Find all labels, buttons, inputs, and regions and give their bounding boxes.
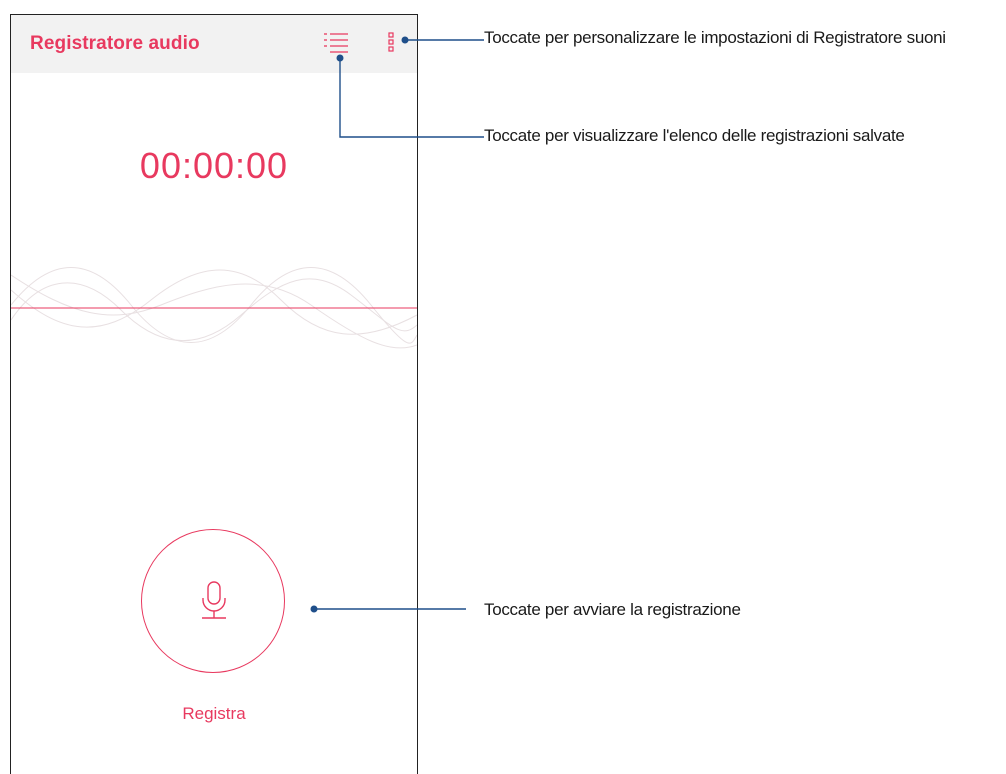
settings-menu-button[interactable] [386, 31, 398, 55]
callout-record-text: Toccate per avviare la registrazione [484, 600, 741, 619]
recordings-list-button[interactable] [323, 32, 349, 54]
app-bar: Registratore audio [11, 15, 417, 73]
recording-timer: 00:00:00 [139, 145, 289, 186]
record-button-label: Registra [182, 704, 246, 723]
microphone-icon [202, 581, 226, 619]
more-vertical-icon [388, 32, 394, 52]
phone-screen: Registratore audio 00:00:00 Registra [10, 14, 418, 774]
callout-settings-text: Toccate per personalizzare le impostazio… [484, 28, 946, 47]
list-icon [324, 33, 348, 53]
app-title: Registratore audio [30, 33, 200, 54]
record-button[interactable] [141, 529, 285, 673]
waveform-visualizer [11, 267, 417, 349]
callout-list-text: Toccate per visualizzare l'elenco delle … [484, 126, 905, 145]
